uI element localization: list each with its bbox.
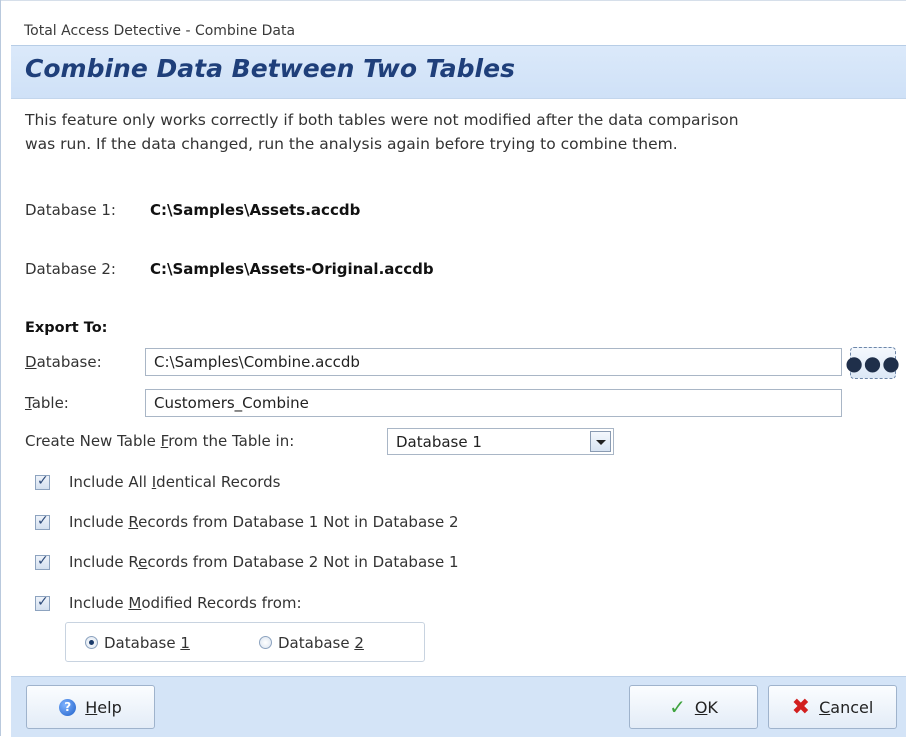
- create-from-label: Create New Table From the Table in:: [25, 432, 295, 450]
- database-1-path: C:\Samples\Assets.accdb: [150, 201, 361, 219]
- title-bar[interactable]: Total Access Detective - Combine Data: [1, 0, 906, 45]
- page-title: Combine Data Between Two Tables: [25, 54, 515, 83]
- option-label: Include Records from Database 2 Not in D…: [69, 553, 459, 571]
- radio-button[interactable]: [259, 636, 272, 649]
- export-database-label: Database:: [25, 353, 102, 371]
- checkbox-db1-not-in-db2[interactable]: ✓: [35, 513, 50, 530]
- cancel-label: Cancel: [819, 697, 874, 717]
- export-table-label: Table:: [25, 394, 69, 412]
- checkmark-icon: ✓: [37, 513, 49, 529]
- ellipsis-icon: ●●●: [845, 351, 901, 375]
- checkbox-identical-records[interactable]: ✓: [35, 473, 50, 490]
- radio-label: Database 2: [278, 634, 364, 652]
- option-label: Include Records from Database 1 Not in D…: [69, 513, 459, 531]
- export-to-label: Export To:: [25, 320, 108, 336]
- checkbox-modified-records[interactable]: ✓: [35, 594, 50, 611]
- database-1-label: Database 1:: [25, 201, 116, 219]
- export-table-input[interactable]: [145, 389, 842, 417]
- dialog-window: Total Access Detective - Combine Data Co…: [0, 0, 906, 737]
- option-label: Include All Identical Records: [69, 473, 281, 491]
- database-2-path: C:\Samples\Assets-Original.accdb: [150, 260, 434, 278]
- checkmark-icon: ✓: [37, 553, 49, 569]
- x-icon: ✖: [791, 694, 811, 720]
- checkbox-db2-not-in-db1[interactable]: ✓: [35, 553, 50, 570]
- checkmark-icon: ✓: [37, 594, 49, 610]
- header-banner: Combine Data Between Two Tables: [11, 45, 906, 99]
- create-from-dropdown[interactable]: Database 1: [387, 428, 614, 455]
- ok-button[interactable]: ✓ OK: [629, 685, 758, 729]
- browse-button[interactable]: ●●●: [845, 347, 900, 379]
- ok-label: OK: [694, 697, 718, 717]
- database-2-label: Database 2:: [25, 260, 116, 278]
- description-line-1: This feature only works correctly if bot…: [25, 111, 739, 129]
- help-icon: ?: [59, 698, 77, 716]
- help-button[interactable]: ? Help: [26, 685, 155, 729]
- footer-bar: ? Help ✓ OK ✖ Cancel: [11, 676, 906, 737]
- help-label: Help: [85, 697, 122, 717]
- modified-source-group: Database 1 Database 2: [65, 622, 425, 662]
- checkmark-icon: ✓: [37, 473, 49, 489]
- radio-label: Database 1: [104, 634, 190, 652]
- window-title: Total Access Detective - Combine Data: [24, 23, 296, 39]
- option-label: Include Modified Records from:: [69, 594, 302, 612]
- description: This feature only works correctly if bot…: [25, 108, 895, 156]
- cancel-button[interactable]: ✖ Cancel: [768, 685, 897, 729]
- create-from-selected: Database 1: [396, 433, 482, 451]
- export-database-input[interactable]: [145, 348, 842, 376]
- description-line-2: was run. If the data changed, run the an…: [25, 135, 678, 153]
- checkmark-icon: ✓: [669, 695, 686, 719]
- chevron-down-icon[interactable]: [590, 431, 611, 452]
- radio-button-selected[interactable]: [85, 636, 98, 649]
